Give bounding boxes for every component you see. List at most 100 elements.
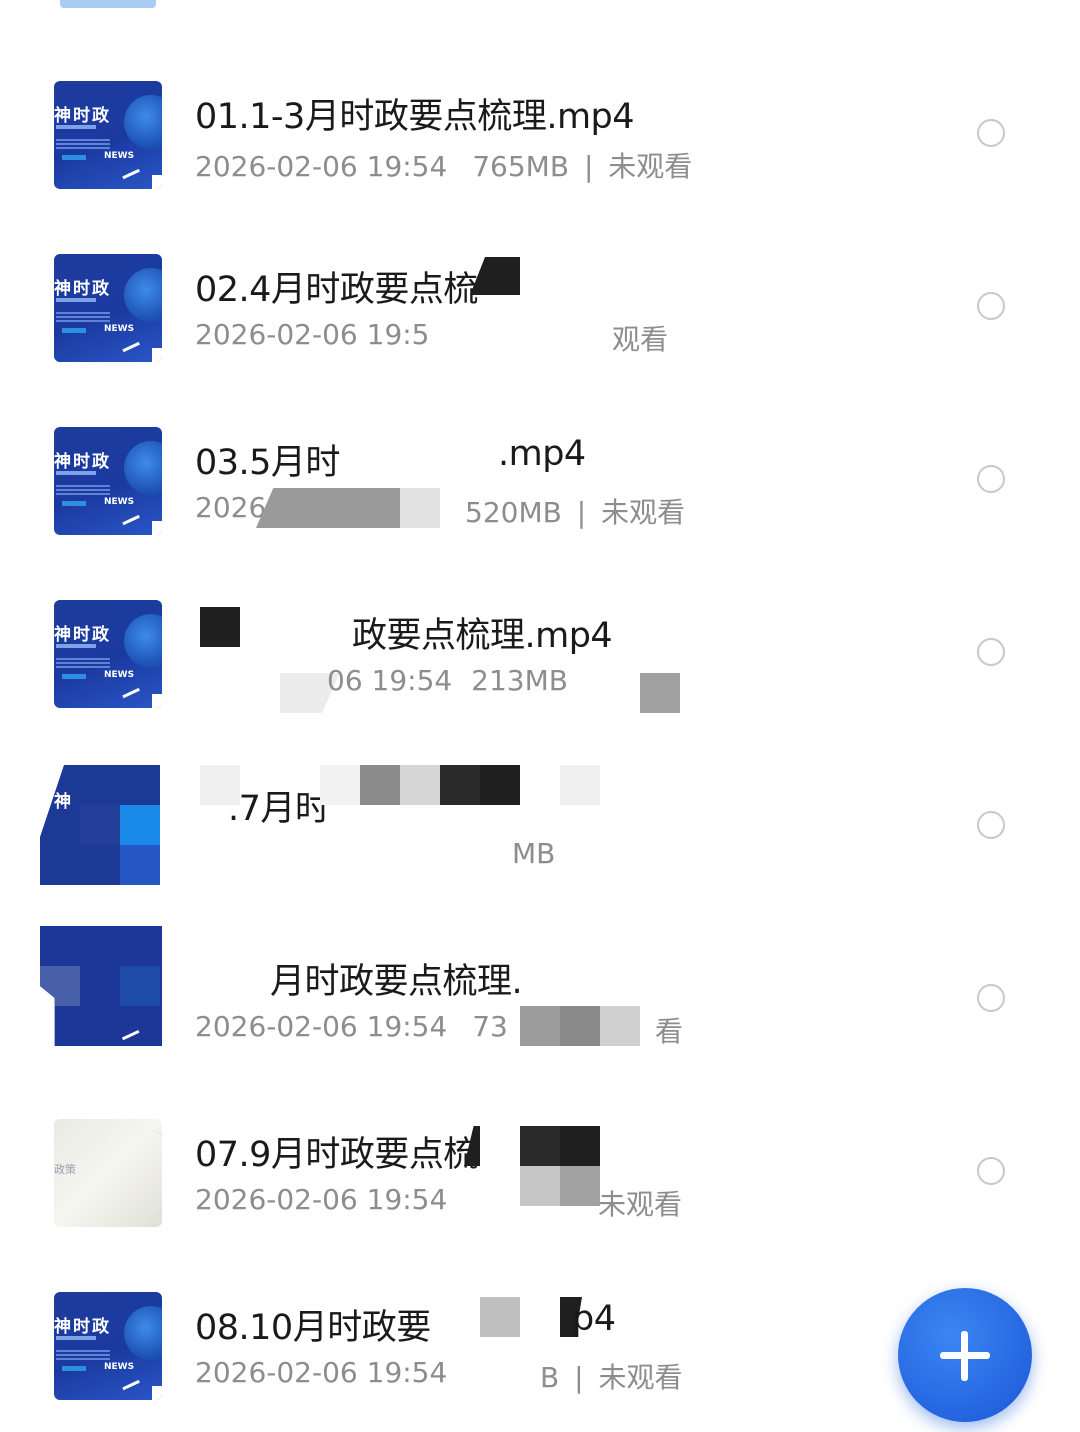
watch-status: 未观看 — [608, 150, 693, 183]
file-title: 01.1-3月时政要点梳理.mp4 — [195, 97, 635, 137]
redaction-block — [560, 1006, 600, 1046]
redaction-block — [256, 488, 400, 528]
select-checkbox[interactable] — [977, 465, 1005, 493]
redaction-block — [320, 765, 360, 805]
redaction-block — [480, 765, 520, 805]
redaction-block — [520, 1166, 560, 1206]
file-title-tail: .mp4 — [498, 434, 586, 474]
redaction-block — [520, 1126, 560, 1166]
watch-status: 未观看 — [598, 1188, 683, 1221]
redaction-block — [360, 765, 400, 805]
file-size: 213MB — [471, 664, 568, 697]
list-item[interactable]: 神时政 NEWS 01.1-3月时政要点梳理.mp4 2026-02-06 19… — [0, 48, 1080, 221]
video-thumbnail — [40, 926, 162, 1046]
thumbnail-badge: NEWS — [104, 670, 135, 680]
thumbnail-title: 神时政 — [54, 106, 111, 126]
video-thumbnail: 神时政 NEWS — [54, 427, 162, 535]
file-size: B — [540, 1361, 560, 1394]
video-thumbnail: 神时政 NEWS — [54, 81, 162, 189]
list-item[interactable]: 月时政要点梳理. 2026-02-06 19:54 73 看 — [0, 913, 1080, 1086]
select-checkbox[interactable] — [977, 811, 1005, 839]
thumbnail-title: 神 — [54, 792, 71, 812]
redaction-block — [400, 488, 440, 528]
redaction-block — [560, 765, 600, 805]
add-button[interactable] — [898, 1288, 1032, 1422]
file-date: 2026-02-06 19:54 — [195, 1010, 448, 1043]
select-checkbox[interactable] — [977, 638, 1005, 666]
file-date: 2026-02-06 19:54 — [195, 1356, 448, 1389]
video-thumbnail: 神时政 NEWS — [54, 1292, 162, 1400]
file-title: 03.5月时 — [195, 443, 340, 483]
file-title: .7月时 — [228, 789, 330, 829]
list-item[interactable]: 政策 07.9月时政要点梳 2026-02-06 19:54 未观看 — [0, 1086, 1080, 1259]
file-date: 2026-02-06 19:5 — [195, 318, 430, 351]
globe-icon — [124, 1306, 162, 1360]
select-checkbox[interactable] — [977, 984, 1005, 1012]
redaction-block — [520, 1006, 560, 1046]
meta-separator: | — [583, 150, 594, 183]
video-thumbnail: 神 — [40, 765, 160, 885]
redaction-block — [400, 765, 440, 805]
globe-icon — [124, 614, 162, 668]
thumbnail-title: 神时政 — [54, 625, 111, 645]
file-title: 08.10月时政要 — [195, 1308, 431, 1348]
hand-icon — [118, 505, 140, 526]
thumbnail-title: 政策 — [54, 1163, 76, 1176]
list-item[interactable]: 神时政 NEWS 02.4月时政要点梳 2026-02-06 19:5 观看 — [0, 221, 1080, 394]
file-list: 神时政 NEWS 01.1-3月时政要点梳理.mp4 2026-02-06 19… — [0, 48, 1080, 1432]
watch-status: 观看 — [612, 323, 669, 356]
video-thumbnail: 神时政 NEWS — [54, 254, 162, 362]
file-date: 2026-02-06 19:54 — [195, 150, 448, 183]
thumbnail-title: 神时政 — [54, 1317, 111, 1337]
hand-icon — [118, 159, 140, 180]
file-date: 2026-02-06 19:54 — [195, 1183, 448, 1216]
thumbnail-badge: NEWS — [104, 151, 135, 161]
list-item[interactable]: 神时政 NEWS 政要点梳理.mp4 06 19:54 213MB — [0, 567, 1080, 740]
thumbnail-title: 神时政 — [54, 452, 111, 472]
redaction-block — [560, 1166, 600, 1206]
file-size: 765MB — [472, 150, 570, 183]
hand-icon — [118, 1370, 140, 1391]
video-thumbnail: 神时政 NEWS — [54, 600, 162, 708]
globe-icon — [124, 441, 162, 495]
file-title: 月时政要点梳理. — [270, 962, 523, 1002]
meta-separator: | — [574, 1361, 584, 1394]
watch-status: 未观看 — [598, 1361, 683, 1394]
file-size: 520MB — [465, 496, 562, 529]
video-thumbnail: 政策 — [54, 1119, 162, 1227]
file-meta: 2026-02-06 19:5 — [195, 318, 430, 351]
list-item[interactable]: 神时政 NEWS 03.5月时 .mp4 2026- 520MB | 未观看 — [0, 394, 1080, 567]
hand-icon — [118, 1022, 140, 1041]
select-checkbox[interactable] — [977, 292, 1005, 320]
redaction-block — [560, 1126, 600, 1166]
hand-icon — [118, 678, 140, 699]
file-title-tail: p4 — [572, 1299, 616, 1339]
file-title: 02.4月时政要点梳 — [195, 270, 478, 310]
redaction-block — [480, 1297, 520, 1337]
thumbnail-badge: NEWS — [104, 497, 135, 507]
redaction-block — [600, 1006, 640, 1046]
redaction-block — [640, 673, 680, 713]
watch-status: 看 — [655, 1015, 684, 1048]
list-item[interactable]: 神 .7月时 MB — [0, 740, 1080, 913]
file-size: MB — [512, 837, 556, 870]
hand-icon — [118, 332, 140, 353]
file-meta: B | 未观看 — [540, 1356, 682, 1396]
file-size: 73 — [472, 1010, 508, 1043]
file-meta: 2026-02-06 19:54 73 — [195, 1010, 508, 1043]
redaction-block — [200, 607, 240, 647]
previous-item-edge — [60, 0, 156, 8]
file-title: 07.9月时政要点梳 — [195, 1135, 478, 1175]
thumbnail-badge: NEWS — [104, 324, 135, 334]
watch-status: 未观看 — [601, 496, 686, 529]
globe-icon — [124, 268, 162, 322]
meta-separator: | — [576, 496, 587, 529]
globe-icon — [124, 95, 162, 149]
redaction-block — [440, 765, 480, 805]
file-date: 06 19:54 — [327, 664, 453, 697]
file-meta: 2026-02-06 19:54 765MB | 未观看 — [195, 145, 692, 185]
select-checkbox[interactable] — [977, 119, 1005, 147]
thumbnail-title: 神时政 — [54, 279, 111, 299]
select-checkbox[interactable] — [977, 1157, 1005, 1185]
file-title: 政要点梳理.mp4 — [352, 616, 613, 656]
